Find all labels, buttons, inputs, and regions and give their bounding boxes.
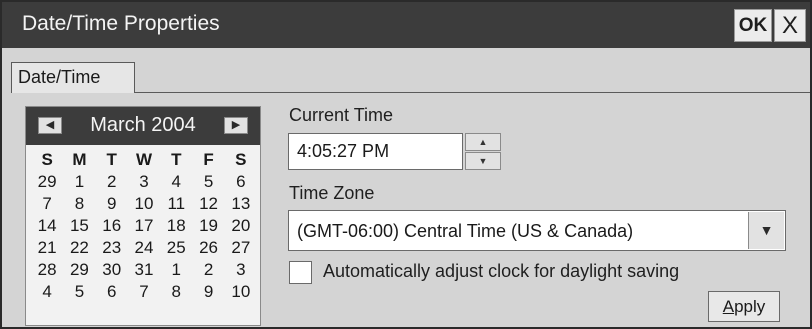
left-arrow-icon: ◀ bbox=[45, 119, 55, 131]
calendar-month-label: March 2004 bbox=[90, 114, 196, 136]
calendar-day[interactable]: 27 bbox=[225, 237, 257, 259]
date-time-properties-window: Date/Time Properties OK X Date/Time ◀ Ma… bbox=[0, 0, 812, 329]
apply-mnemonic: A bbox=[722, 297, 735, 316]
calendar-week-row: 7 8 9 10 11 12 13 bbox=[31, 193, 257, 215]
tab-date-time[interactable]: Date/Time bbox=[11, 62, 135, 93]
time-spin-up-button[interactable]: ▲ bbox=[465, 133, 501, 151]
calendar-day[interactable]: 12 bbox=[192, 193, 224, 215]
calendar-day[interactable]: 31 bbox=[128, 259, 160, 281]
weekday-label: F bbox=[203, 150, 214, 169]
calendar-grid: S M T W T F S 29 1 2 3 4 5 6 7 8 9 10 11 12 13 14 15 16 1… bbox=[31, 149, 257, 303]
calendar-week-row: 14 15 16 17 18 19 20 bbox=[31, 215, 257, 237]
calendar-day[interactable]: 29 bbox=[63, 259, 95, 281]
window-title: Date/Time Properties bbox=[22, 12, 220, 35]
calendar-day[interactable]: 2 bbox=[192, 259, 224, 281]
tab-divider bbox=[134, 92, 810, 93]
close-button[interactable]: X bbox=[774, 9, 806, 42]
weekday-label: T bbox=[171, 150, 182, 169]
calendar-day[interactable]: 30 bbox=[96, 259, 128, 281]
title-bar: Date/Time Properties OK X bbox=[2, 2, 810, 48]
calendar-day[interactable]: 18 bbox=[160, 215, 192, 237]
calendar-day[interactable]: 3 bbox=[225, 259, 257, 281]
calendar-day[interactable]: 21 bbox=[31, 237, 63, 259]
current-time-label: Current Time bbox=[289, 105, 394, 125]
calendar-day[interactable]: 9 bbox=[192, 281, 224, 303]
weekday-label: M bbox=[72, 150, 87, 169]
calendar-day[interactable]: 9 bbox=[96, 193, 128, 215]
prev-month-button[interactable]: ◀ bbox=[38, 117, 62, 134]
dropdown-arrow-icon[interactable]: ▼ bbox=[748, 212, 784, 249]
calendar-day[interactable]: 4 bbox=[160, 171, 192, 193]
time-zone-value: (GMT-06:00) Central Time (US & Canada) bbox=[297, 221, 634, 241]
calendar-week-row: 29 1 2 3 4 5 6 bbox=[31, 171, 257, 193]
daylight-saving-label: Automatically adjust clock for daylight … bbox=[323, 261, 680, 281]
calendar-day[interactable]: 7 bbox=[31, 193, 63, 215]
calendar-day[interactable]: 7 bbox=[128, 281, 160, 303]
apply-label-rest: pply bbox=[734, 297, 766, 316]
calendar-day[interactable]: 28 bbox=[31, 259, 63, 281]
time-zone-select[interactable]: (GMT-06:00) Central Time (US & Canada) ▼ bbox=[288, 210, 786, 251]
calendar-day[interactable]: 20 bbox=[225, 215, 257, 237]
calendar-day[interactable]: 10 bbox=[128, 193, 160, 215]
calendar-day[interactable]: 4 bbox=[31, 281, 63, 303]
next-month-button[interactable]: ▶ bbox=[224, 117, 248, 134]
calendar-day[interactable]: 19 bbox=[192, 215, 224, 237]
weekday-header-row: S M T W T F S bbox=[31, 149, 257, 171]
tab-strip: Date/Time bbox=[2, 48, 810, 94]
calendar-header: ◀ March 2004 ▶ bbox=[26, 107, 260, 145]
calendar-day[interactable]: 23 bbox=[96, 237, 128, 259]
apply-button[interactable]: Apply bbox=[708, 291, 780, 322]
calendar-day[interactable]: 3 bbox=[128, 171, 160, 193]
calendar-day[interactable]: 26 bbox=[192, 237, 224, 259]
calendar-week-row: 28 29 30 31 1 2 3 bbox=[31, 259, 257, 281]
calendar-day[interactable]: 8 bbox=[160, 281, 192, 303]
daylight-saving-checkbox[interactable] bbox=[289, 261, 312, 284]
calendar-day[interactable]: 5 bbox=[63, 281, 95, 303]
calendar-day[interactable]: 6 bbox=[225, 171, 257, 193]
calendar-week-row: 4 5 6 7 8 9 10 bbox=[31, 281, 257, 303]
calendar-day[interactable]: 11 bbox=[160, 193, 192, 215]
calendar-day[interactable]: 13 bbox=[225, 193, 257, 215]
weekday-label: S bbox=[41, 150, 53, 169]
weekday-label: T bbox=[106, 150, 117, 169]
calendar-days: 29 1 2 3 4 5 6 7 8 9 10 11 12 13 14 15 16 17 18 19 20 21 22 23 2… bbox=[31, 171, 257, 303]
up-arrow-icon: ▲ bbox=[478, 137, 488, 147]
calendar-day[interactable]: 15 bbox=[63, 215, 95, 237]
calendar-day[interactable]: 24 bbox=[128, 237, 160, 259]
current-time-input[interactable]: 4:05:27 PM bbox=[288, 133, 463, 170]
weekday-label: W bbox=[135, 150, 152, 169]
calendar-day[interactable]: 17 bbox=[128, 215, 160, 237]
calendar-day[interactable]: 29 bbox=[31, 171, 63, 193]
time-spin-down-button[interactable]: ▼ bbox=[465, 152, 501, 170]
ok-button[interactable]: OK bbox=[734, 9, 772, 42]
down-arrow-icon: ▼ bbox=[478, 156, 488, 166]
calendar-day[interactable]: 16 bbox=[96, 215, 128, 237]
time-zone-label: Time Zone bbox=[289, 183, 375, 203]
calendar-day[interactable]: 1 bbox=[63, 171, 95, 193]
calendar-day[interactable]: 25 bbox=[160, 237, 192, 259]
month-calendar: ◀ March 2004 ▶ S M T W T F S 29 1 2 3 4 5 6 7 8 9… bbox=[25, 106, 261, 326]
calendar-day[interactable]: 22 bbox=[63, 237, 95, 259]
calendar-day[interactable]: 10 bbox=[225, 281, 257, 303]
calendar-day[interactable]: 8 bbox=[63, 193, 95, 215]
calendar-day[interactable]: 6 bbox=[96, 281, 128, 303]
calendar-day[interactable]: 2 bbox=[96, 171, 128, 193]
calendar-week-row: 21 22 23 24 25 26 27 bbox=[31, 237, 257, 259]
weekday-label: S bbox=[235, 150, 247, 169]
calendar-day[interactable]: 5 bbox=[192, 171, 224, 193]
right-arrow-icon: ▶ bbox=[231, 119, 241, 131]
calendar-day[interactable]: 1 bbox=[160, 259, 192, 281]
calendar-day[interactable]: 14 bbox=[31, 215, 63, 237]
